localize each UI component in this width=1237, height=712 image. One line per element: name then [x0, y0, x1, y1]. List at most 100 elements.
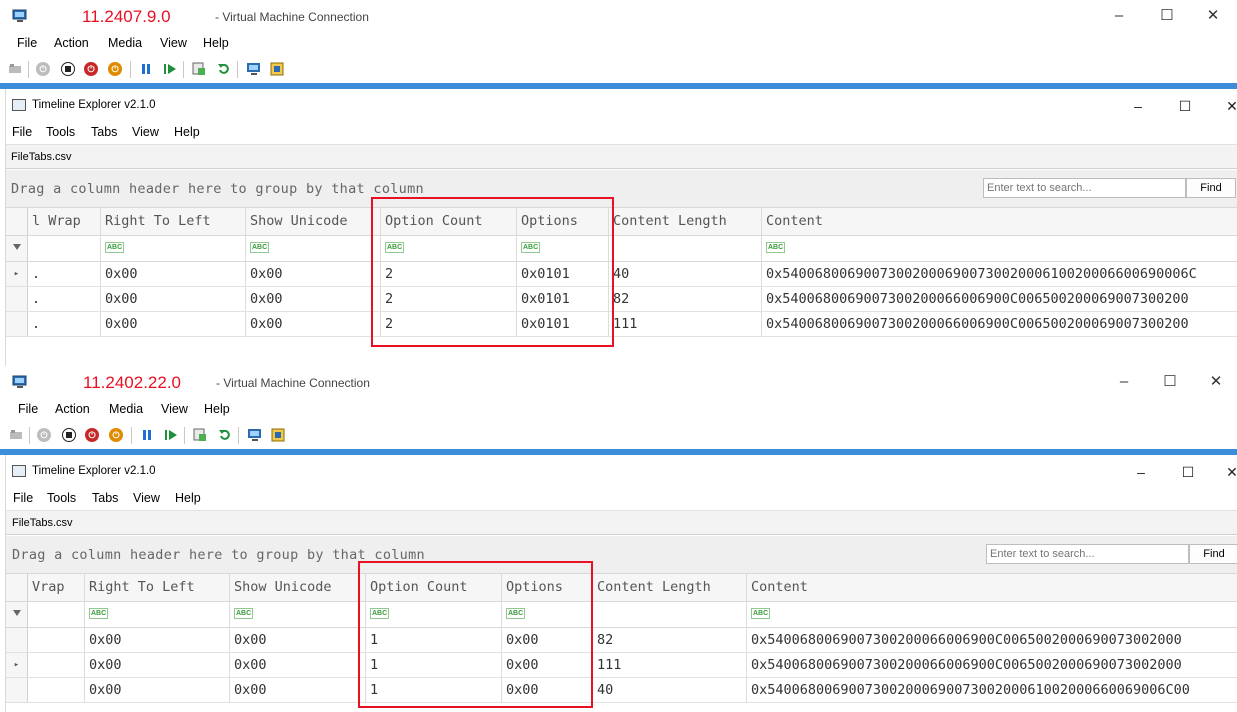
minimize-icon[interactable]: –: [1108, 6, 1130, 26]
column-header-right-to-left[interactable]: Right To Left: [101, 208, 246, 235]
start-icon[interactable]: ⏻: [36, 427, 52, 443]
filter-cell[interactable]: [28, 602, 85, 627]
menu-view[interactable]: View: [160, 36, 187, 50]
column-header-options[interactable]: Options: [502, 574, 593, 601]
column-header-word-wrap[interactable]: Vrap: [28, 574, 85, 601]
table-row[interactable]: 0x00 0x00 1 0x00 82 0x540068006900730020…: [6, 628, 1237, 653]
close-icon[interactable]: ✕: [1202, 6, 1224, 26]
table-row[interactable]: . 0x00 0x00 2 0x0101 111 0x5400680069007…: [6, 312, 1237, 337]
filter-cell[interactable]: ABC: [502, 602, 593, 627]
filter-cell[interactable]: ABC: [366, 602, 502, 627]
filter-cell[interactable]: ABC: [381, 236, 517, 261]
column-header-content-length[interactable]: Content Length: [593, 574, 747, 601]
enhanced-session-icon[interactable]: [246, 61, 262, 77]
menu-action[interactable]: Action: [54, 36, 89, 50]
ctrl-alt-del-icon[interactable]: [7, 61, 23, 77]
filter-cell[interactable]: ABC: [762, 236, 1237, 261]
column-header-content[interactable]: Content: [747, 574, 1237, 601]
column-header-right-to-left[interactable]: Right To Left: [85, 574, 230, 601]
column-header-show-unicode[interactable]: Show Unicode: [246, 208, 381, 235]
share-icon[interactable]: [269, 61, 285, 77]
column-header-word-wrap[interactable]: l Wrap: [28, 208, 101, 235]
menu-help[interactable]: Help: [203, 36, 229, 50]
column-header-option-count[interactable]: Option Count: [381, 208, 517, 235]
table-row[interactable]: ▸ 0x00 0x00 1 0x00 111 0x540068006900730…: [6, 653, 1237, 678]
minimize-icon[interactable]: –: [1113, 372, 1135, 392]
revert-icon[interactable]: [216, 61, 232, 77]
te-menu-file[interactable]: File: [12, 125, 32, 139]
search-input[interactable]: [983, 178, 1186, 198]
turn-off-icon[interactable]: [60, 61, 76, 77]
checkpoint-icon[interactable]: [191, 61, 207, 77]
resume-icon[interactable]: [162, 61, 178, 77]
start-icon[interactable]: ⏻: [35, 61, 51, 77]
menu-action[interactable]: Action: [55, 402, 90, 416]
pause-icon[interactable]: [139, 427, 155, 443]
te-menu-tabs[interactable]: Tabs: [91, 125, 117, 139]
group-by-panel[interactable]: Drag a column header here to group by th…: [6, 536, 1237, 573]
tab-filetabs-csv[interactable]: FileTabs.csv: [11, 151, 72, 163]
save-icon[interactable]: ⏻: [107, 61, 123, 77]
filter-cell[interactable]: ABC: [101, 236, 246, 261]
te-menu-tools[interactable]: Tools: [46, 125, 75, 139]
filter-cell[interactable]: [593, 602, 747, 627]
te-minimize-icon[interactable]: –: [1132, 463, 1150, 481]
revert-icon[interactable]: [217, 427, 233, 443]
column-header-content-length[interactable]: Content Length: [609, 208, 762, 235]
filter-cell[interactable]: ABC: [747, 602, 1237, 627]
table-row[interactable]: . 0x00 0x00 2 0x0101 82 0x54006800690073…: [6, 287, 1237, 312]
te-menu-file[interactable]: File: [13, 491, 33, 505]
maximize-icon[interactable]: ☐: [1159, 372, 1181, 392]
group-by-panel[interactable]: Drag a column header here to group by th…: [6, 170, 1237, 207]
close-icon[interactable]: ✕: [1205, 372, 1227, 392]
cell: 111: [593, 653, 747, 677]
menu-media[interactable]: Media: [108, 36, 142, 50]
turn-off-icon[interactable]: [61, 427, 77, 443]
te-close-icon[interactable]: ✕: [1223, 463, 1237, 481]
checkpoint-icon[interactable]: [192, 427, 208, 443]
find-button[interactable]: Find: [1186, 178, 1236, 198]
filter-cell[interactable]: ABC: [517, 236, 609, 261]
filter-cell[interactable]: ABC: [246, 236, 381, 261]
filter-cell[interactable]: ABC: [85, 602, 230, 627]
resume-icon[interactable]: [163, 427, 179, 443]
find-button[interactable]: Find: [1189, 544, 1237, 564]
menu-file[interactable]: File: [17, 36, 37, 50]
te-menu-help[interactable]: Help: [174, 125, 200, 139]
enhanced-session-icon[interactable]: [247, 427, 263, 443]
te-maximize-icon[interactable]: ☐: [1176, 97, 1194, 115]
text-filter-icon: ABC: [370, 608, 390, 619]
te-maximize-icon[interactable]: ☐: [1179, 463, 1197, 481]
table-row[interactable]: ▸ . 0x00 0x00 2 0x0101 40 0x540068006900…: [6, 262, 1237, 287]
row-indicator: [6, 628, 28, 652]
tab-filetabs-csv[interactable]: FileTabs.csv: [12, 517, 73, 529]
column-header-content[interactable]: Content: [762, 208, 1237, 235]
menu-media[interactable]: Media: [109, 402, 143, 416]
share-icon[interactable]: [270, 427, 286, 443]
table-row[interactable]: 0x00 0x00 1 0x00 40 0x540068006900730020…: [6, 678, 1237, 703]
filter-cell[interactable]: [28, 236, 101, 261]
te-minimize-icon[interactable]: –: [1129, 97, 1147, 115]
shut-down-icon[interactable]: ⏻: [84, 427, 100, 443]
te-menu-tabs[interactable]: Tabs: [92, 491, 118, 505]
ctrl-alt-del-icon[interactable]: [8, 427, 24, 443]
te-menu-view[interactable]: View: [133, 491, 160, 505]
maximize-icon[interactable]: ☐: [1156, 6, 1178, 26]
menu-view[interactable]: View: [161, 402, 188, 416]
pause-icon[interactable]: [138, 61, 154, 77]
te-menu-tools[interactable]: Tools: [47, 491, 76, 505]
column-header-show-unicode[interactable]: Show Unicode: [230, 574, 366, 601]
menu-help[interactable]: Help: [204, 402, 230, 416]
filter-cell[interactable]: [609, 236, 762, 261]
te-menu-view[interactable]: View: [132, 125, 159, 139]
column-header-option-count[interactable]: Option Count: [366, 574, 502, 601]
menu-file[interactable]: File: [18, 402, 38, 416]
column-header-options[interactable]: Options: [517, 208, 609, 235]
filter-cell[interactable]: ABC: [230, 602, 366, 627]
te-menu-help[interactable]: Help: [175, 491, 201, 505]
shut-down-icon[interactable]: ⏻: [83, 61, 99, 77]
save-icon[interactable]: ⏻: [108, 427, 124, 443]
te-close-icon[interactable]: ✕: [1223, 97, 1237, 115]
grid-header-row: Vrap Right To Left Show Unicode Option C…: [6, 573, 1237, 602]
search-input[interactable]: [986, 544, 1189, 564]
